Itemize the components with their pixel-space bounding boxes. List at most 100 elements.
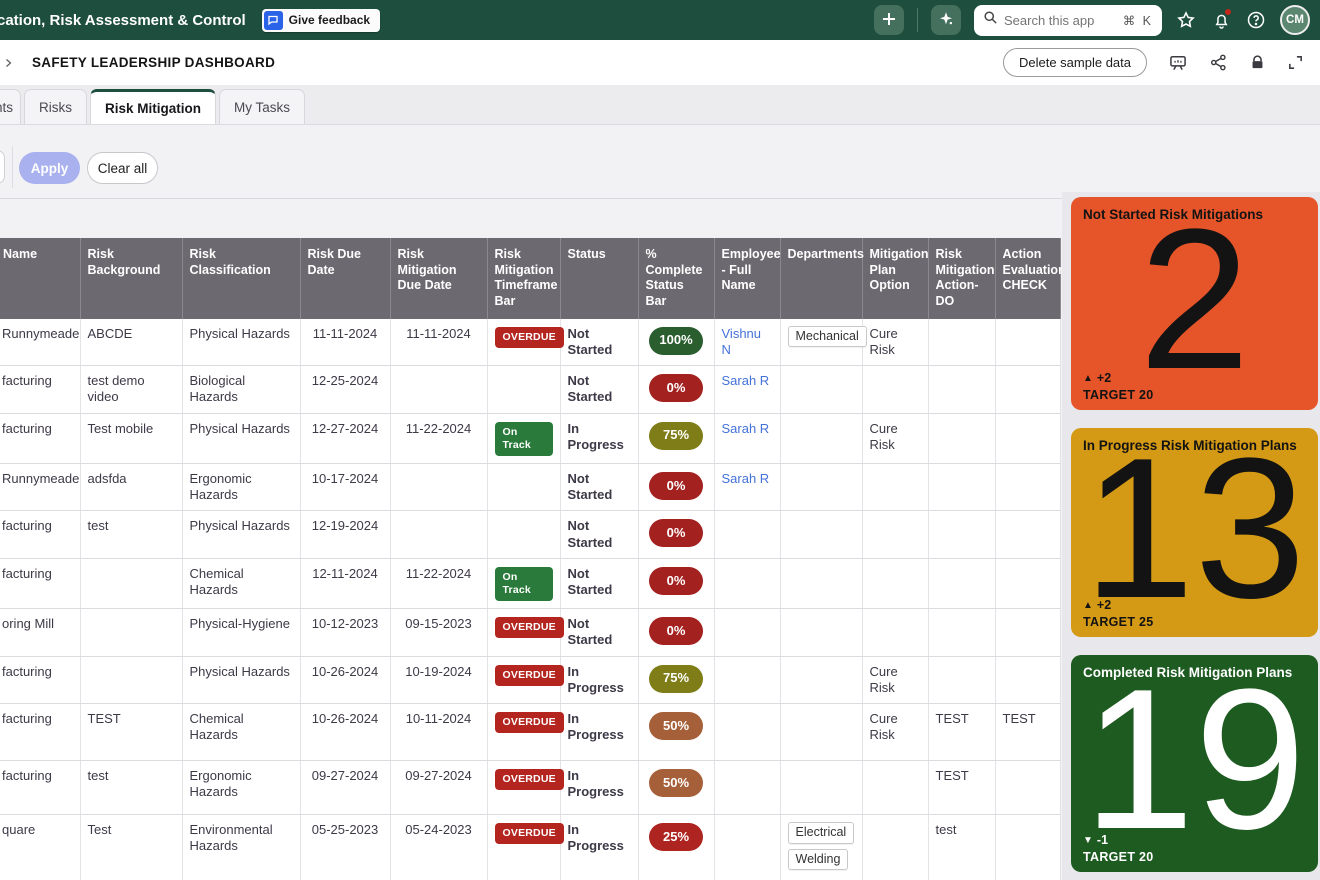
triangle-up-icon: ▲ [1083,600,1093,611]
kpi-delta: ▼-1 [1083,833,1108,847]
avatar[interactable]: CM [1280,5,1310,35]
department-tag-line: Mechanical [788,326,855,348]
percent-pill: 0% [649,567,703,595]
cell-action-evaluation [995,815,1060,880]
cell-employee [714,761,780,815]
kpi-card[interactable]: In Progress Risk Mitigation Plans13▲+2TA… [1071,428,1318,637]
cell-mitigation-action [928,366,995,414]
cell-status: In Progress [560,656,638,704]
department-tag: Electrical [788,822,855,844]
cell-timeframe [487,463,560,511]
sparkle-icon [937,10,955,31]
kpi-card[interactable]: Not Started Risk Mitigations2▲+2TARGET 2… [1071,197,1318,410]
clear-all-button[interactable]: Clear all [87,152,158,184]
cell-departments [780,656,862,704]
lock-icon[interactable] [1249,54,1266,71]
kpi-value: 19 [1083,660,1305,860]
cell-action-evaluation [995,761,1060,815]
cell-employee [714,704,780,761]
column-header: Risk Mitigation Timeframe Bar [487,238,560,319]
cell-mitigation-plan: Cure Risk [862,319,928,366]
cell-status: In Progress [560,815,638,880]
column-header: Status [560,238,638,319]
kpi-value: 13 [1083,429,1305,629]
cell-name: Runnymeade [0,463,80,511]
star-icon[interactable] [1175,9,1197,31]
expand-icon[interactable] [1287,54,1304,71]
add-button[interactable] [874,5,904,35]
table-row: facturingtestErgonomic Hazards09-27-2024… [0,761,1060,815]
cell-departments [780,463,862,511]
cell-risk-due-date: 12-19-2024 [300,511,390,559]
cell-employee: Vishnu N [714,319,780,366]
apply-button[interactable]: Apply [19,152,80,184]
cell-risk-classification: Physical Hazards [182,656,300,704]
kpi-delta-value: -1 [1097,833,1108,847]
cell-status: Not Started [560,319,638,366]
cell-percent-complete: 0% [638,511,714,559]
employee-link[interactable]: Sarah R [722,421,770,436]
filter-divider [12,146,13,188]
kpi-card[interactable]: Completed Risk Mitigation Plans19▼-1TARG… [1071,655,1318,872]
table-row: facturingPhysical Hazards10-26-202410-19… [0,656,1060,704]
cell-percent-complete: 0% [638,366,714,414]
timeframe-badge: OVERDUE [495,769,564,790]
delete-sample-data-button[interactable]: Delete sample data [1003,48,1147,77]
filter-row [0,125,1320,199]
percent-pill: 0% [649,472,703,500]
filter-input-partial[interactable] [0,150,5,184]
employee-link[interactable]: Sarah R [722,373,770,388]
timeframe-badge: On Track [495,422,553,456]
help-icon[interactable] [1245,9,1267,31]
cell-risk-classification: Physical-Hygiene [182,609,300,657]
cell-risk-background: test demo video [80,366,182,414]
cell-risk-background [80,558,182,608]
cell-risk-classification: Chemical Hazards [182,558,300,608]
ai-assistant-button[interactable] [931,5,961,35]
share-icon[interactable] [1209,53,1228,72]
table-row: oring MillPhysical-Hygiene10-12-202309-1… [0,609,1060,657]
page-title: SAFETY LEADERSHIP DASHBOARD [32,55,275,70]
tab-risk-mitigation[interactable]: Risk Mitigation [90,89,216,124]
column-header: Name [0,238,80,319]
cell-risk-classification: Physical Hazards [182,319,300,366]
cell-departments: Mechanical [780,319,862,366]
cell-mitigation-due-date [390,463,487,511]
cell-action-evaluation [995,319,1060,366]
cell-percent-complete: 0% [638,609,714,657]
cell-timeframe [487,366,560,414]
cell-name: facturing [0,413,80,463]
search-box[interactable]: ⌘ K [974,5,1162,36]
tab-risks[interactable]: Risks [24,89,87,124]
cell-risk-background: test [80,511,182,559]
employee-link[interactable]: Vishnu N [722,326,762,357]
cell-percent-complete: 50% [638,761,714,815]
cell-mitigation-plan [862,609,928,657]
chat-icon [264,11,283,30]
cell-name: Runnymeade [0,319,80,366]
cell-mitigation-plan: Cure Risk [862,413,928,463]
cell-departments [780,511,862,559]
cell-timeframe: OVERDUE [487,656,560,704]
employee-link[interactable]: Sarah R [722,471,770,486]
tab-nts[interactable]: nts [0,89,21,124]
column-header: Departments [780,238,862,319]
cell-risk-background [80,609,182,657]
top-app-bar: cation, Risk Assessment & Control Give f… [0,0,1320,40]
cell-risk-classification: Physical Hazards [182,511,300,559]
kpi-delta-value: +2 [1097,598,1111,612]
search-input[interactable] [1004,13,1117,28]
cell-mitigation-plan [862,815,928,880]
timeframe-badge: On Track [495,567,553,601]
tab-my-tasks[interactable]: My Tasks [219,89,305,124]
cell-action-evaluation: TEST [995,704,1060,761]
cell-mitigation-action [928,413,995,463]
cell-mitigation-plan [862,761,928,815]
give-feedback-button[interactable]: Give feedback [262,9,380,32]
cell-risk-classification: Environmental Hazards [182,815,300,880]
cell-timeframe: OVERDUE [487,609,560,657]
notifications-bell-icon[interactable] [1210,9,1232,31]
cell-risk-classification: Ergonomic Hazards [182,761,300,815]
cell-timeframe [487,511,560,559]
presentation-icon[interactable] [1168,53,1188,73]
